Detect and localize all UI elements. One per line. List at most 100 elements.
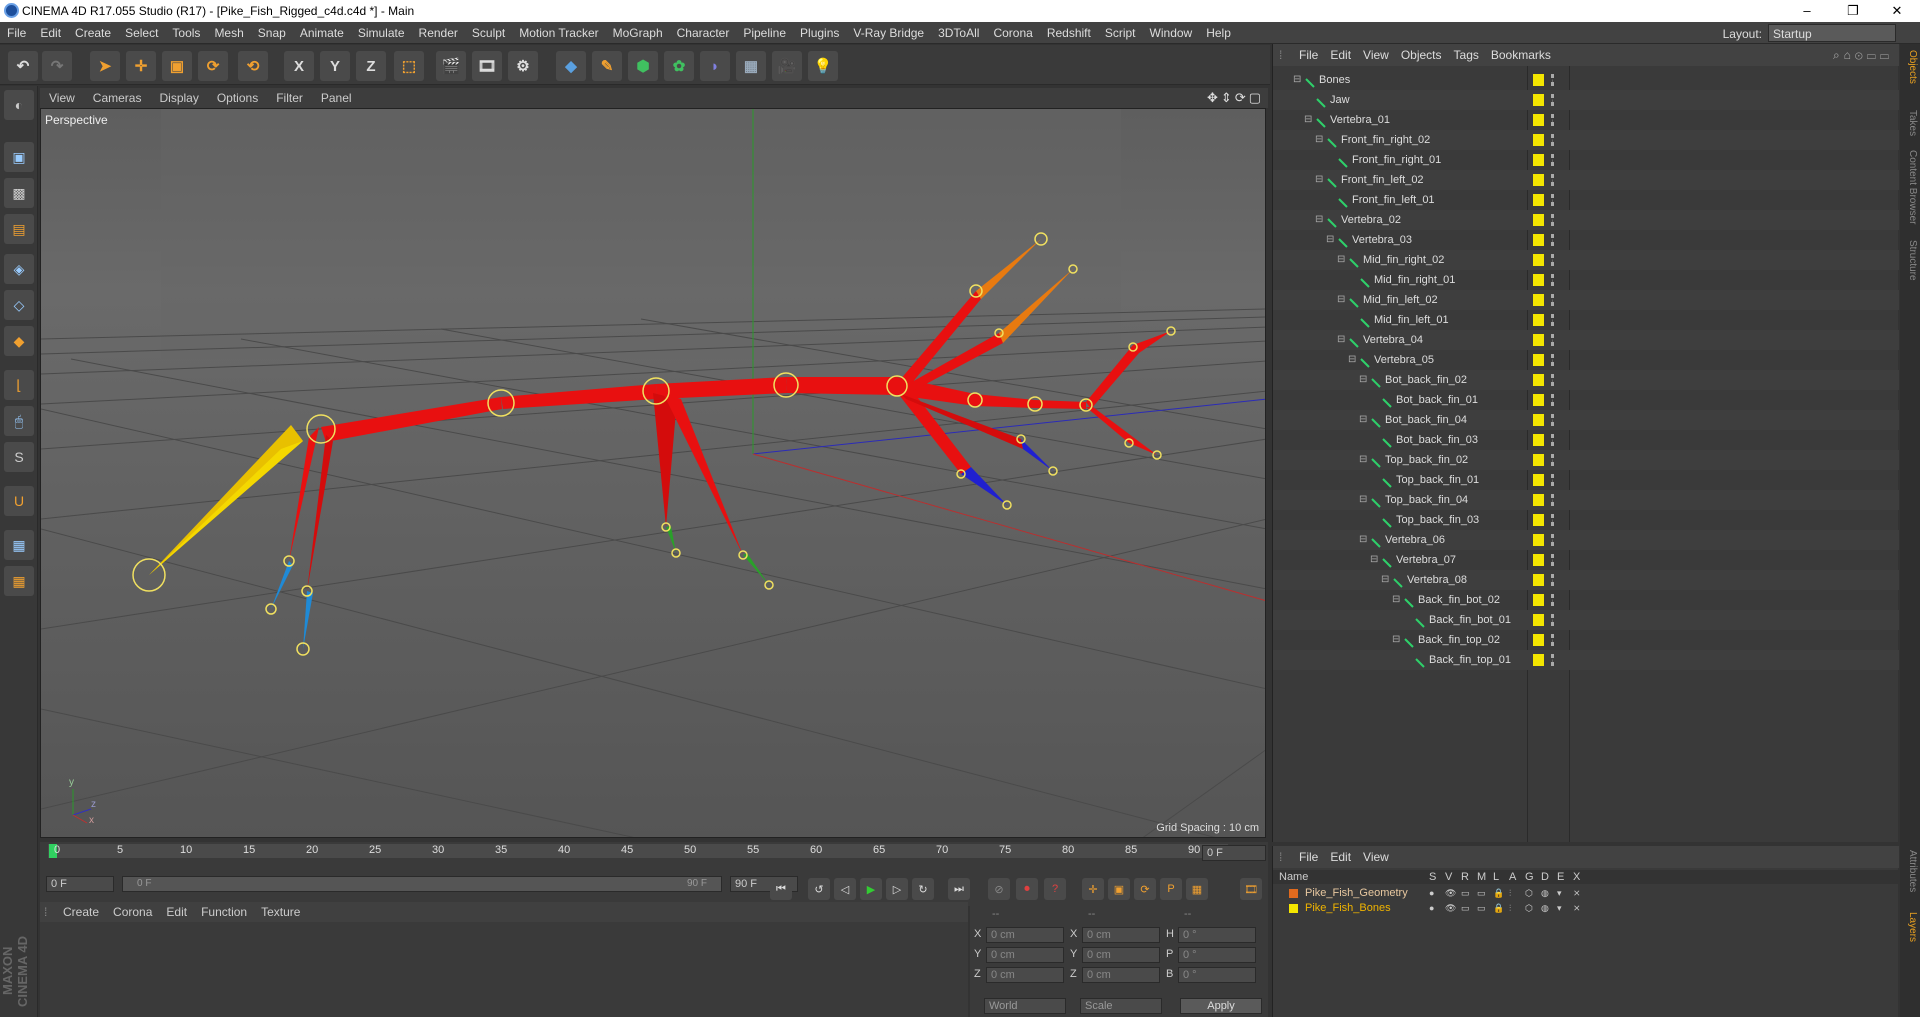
menu-redshift[interactable]: Redshift bbox=[1040, 22, 1098, 44]
expand-toggle-icon[interactable]: ⊟ bbox=[1359, 530, 1367, 550]
layer-color-swatch[interactable] bbox=[1533, 574, 1544, 586]
layer-color-swatch[interactable] bbox=[1533, 74, 1544, 86]
expand-toggle-icon[interactable]: ⊟ bbox=[1315, 170, 1323, 190]
layer-toggle-icon[interactable]: ⨯ bbox=[1573, 901, 1581, 916]
visibility-dots-icon[interactable] bbox=[1551, 194, 1554, 206]
object-row[interactable]: ⊟ Vertebra_07 bbox=[1273, 550, 1899, 570]
visibility-dots-icon[interactable] bbox=[1551, 214, 1554, 226]
layer-color-swatch[interactable] bbox=[1533, 474, 1544, 486]
visibility-dots-icon[interactable] bbox=[1551, 134, 1554, 146]
visibility-dots-icon[interactable] bbox=[1551, 574, 1554, 586]
cube-primitive-icon[interactable]: ◆ bbox=[556, 51, 586, 81]
expand-toggle-icon[interactable]: ⊟ bbox=[1315, 210, 1323, 230]
layer-color-swatch[interactable] bbox=[1289, 889, 1298, 898]
restore-button[interactable]: ❐ bbox=[1830, 0, 1876, 22]
expand-toggle-icon[interactable]: ⊟ bbox=[1370, 550, 1378, 570]
layer-toggle-icon[interactable]: ⬡ bbox=[1525, 886, 1533, 901]
layer-color-swatch[interactable] bbox=[1533, 274, 1544, 286]
viewport-menu-view[interactable]: View bbox=[40, 88, 84, 108]
object-row[interactable]: ⊟ Bot_back_fin_02 bbox=[1273, 370, 1899, 390]
layer-color-swatch[interactable] bbox=[1533, 614, 1544, 626]
tab-structure[interactable]: Structure bbox=[1902, 240, 1918, 281]
object-row[interactable]: ⊟ Mid_fin_left_02 bbox=[1273, 290, 1899, 310]
points-mode-icon[interactable]: ◈ bbox=[4, 254, 34, 284]
layer-toggle-icon[interactable]: ◍ bbox=[1541, 901, 1549, 916]
apply-button[interactable]: Apply bbox=[1180, 998, 1262, 1014]
close-button[interactable]: ✕ bbox=[1874, 0, 1920, 22]
menu-create[interactable]: Create bbox=[68, 22, 118, 44]
layer-toggle-icon[interactable]: ⬡ bbox=[1525, 901, 1533, 916]
layer-color-swatch[interactable] bbox=[1533, 434, 1544, 446]
next-key-icon[interactable]: ↻ bbox=[912, 878, 934, 900]
key-scale-icon[interactable]: ▣ bbox=[1108, 878, 1130, 900]
visibility-dots-icon[interactable] bbox=[1551, 434, 1554, 446]
rotate-tool-icon[interactable]: ⟳ bbox=[198, 51, 228, 81]
expand-toggle-icon[interactable]: ⊟ bbox=[1359, 370, 1367, 390]
layer-name[interactable]: Pike_Fish_Bones bbox=[1305, 901, 1391, 916]
layer-toggle-icon[interactable]: ● bbox=[1429, 901, 1434, 916]
expand-toggle-icon[interactable]: ⊟ bbox=[1326, 230, 1334, 250]
object-row[interactable]: ⊟ Back_fin_bot_02 bbox=[1273, 590, 1899, 610]
floor-icon[interactable]: ▦ bbox=[736, 51, 766, 81]
pen-spline-icon[interactable]: ✎ bbox=[592, 51, 622, 81]
layer-color-swatch[interactable] bbox=[1533, 594, 1544, 606]
menu-edit[interactable]: Edit bbox=[33, 22, 68, 44]
viewport-menu-panel[interactable]: Panel bbox=[312, 88, 361, 108]
material-menu-create[interactable]: Create bbox=[56, 902, 106, 922]
expand-toggle-icon[interactable]: ⊟ bbox=[1348, 350, 1356, 370]
expand-toggle-icon[interactable]: ⊟ bbox=[1359, 410, 1367, 430]
coord-value-field[interactable]: 0 ° bbox=[1178, 947, 1256, 963]
layer-color-swatch[interactable] bbox=[1533, 654, 1544, 666]
snap-icon[interactable]: S bbox=[4, 442, 34, 472]
layer-color-swatch[interactable] bbox=[1533, 214, 1544, 226]
light-icon[interactable]: 💡 bbox=[808, 51, 838, 81]
expand-toggle-icon[interactable]: ⊟ bbox=[1337, 330, 1345, 350]
layer-toggle-icon[interactable]: ◍ bbox=[1541, 886, 1549, 901]
visibility-dots-icon[interactable] bbox=[1551, 94, 1554, 106]
y-axis-lock-button[interactable]: Y bbox=[320, 51, 350, 81]
key-rotation-icon[interactable]: ⟳ bbox=[1134, 878, 1156, 900]
layer-color-swatch[interactable] bbox=[1533, 394, 1544, 406]
menu-corona[interactable]: Corona bbox=[986, 22, 1039, 44]
viewport-menu-display[interactable]: Display bbox=[150, 88, 207, 108]
visibility-dots-icon[interactable] bbox=[1551, 654, 1554, 666]
coord-value-field[interactable]: 0 cm bbox=[986, 967, 1064, 983]
polygons-mode-icon[interactable]: ◆ bbox=[4, 326, 34, 356]
planar-workplane-icon[interactable]: ▦ bbox=[4, 566, 34, 596]
next-frame-icon[interactable]: ▷ bbox=[886, 878, 908, 900]
menu-3dtoall[interactable]: 3DToAll bbox=[931, 22, 986, 44]
layer-color-swatch[interactable] bbox=[1533, 254, 1544, 266]
visibility-dots-icon[interactable] bbox=[1551, 234, 1554, 246]
object-menu-tags[interactable]: Tags bbox=[1448, 44, 1485, 66]
menu-window[interactable]: Window bbox=[1143, 22, 1200, 44]
visibility-dots-icon[interactable] bbox=[1551, 294, 1554, 306]
visibility-dots-icon[interactable] bbox=[1551, 414, 1554, 426]
menu-file[interactable]: File bbox=[0, 22, 33, 44]
layer-toggle-icon[interactable]: 🔒 bbox=[1493, 901, 1504, 916]
object-row[interactable]: ⊟ Mid_fin_right_02 bbox=[1273, 250, 1899, 270]
menu-animate[interactable]: Animate bbox=[293, 22, 351, 44]
previous-key-icon[interactable]: ↺ bbox=[808, 878, 830, 900]
go-to-start-icon[interactable]: ⏮ bbox=[770, 878, 792, 900]
object-row[interactable]: ⊟ Vertebra_03 bbox=[1273, 230, 1899, 250]
menu-script[interactable]: Script bbox=[1098, 22, 1143, 44]
expand-toggle-icon[interactable]: ⊟ bbox=[1304, 110, 1312, 130]
expand-toggle-icon[interactable]: ⊟ bbox=[1337, 250, 1345, 270]
object-row[interactable]: ⊟ Back_fin_top_02 bbox=[1273, 630, 1899, 650]
redo-icon[interactable]: ↷ bbox=[42, 51, 72, 81]
visibility-dots-icon[interactable] bbox=[1551, 154, 1554, 166]
menu-pipeline[interactable]: Pipeline bbox=[736, 22, 793, 44]
layer-toggle-icon[interactable]: ▭ bbox=[1477, 901, 1486, 916]
timeline-window-icon[interactable]: 🎞 bbox=[1240, 878, 1262, 900]
menu-help[interactable]: Help bbox=[1199, 22, 1238, 44]
object-menu-objects[interactable]: Objects bbox=[1395, 44, 1448, 66]
workplane-lock-icon[interactable]: ▦ bbox=[4, 530, 34, 560]
layer-toggle-icon[interactable]: ▭ bbox=[1461, 901, 1470, 916]
menu-tools[interactable]: Tools bbox=[165, 22, 207, 44]
object-row[interactable]: ⊟ Vertebra_05 bbox=[1273, 350, 1899, 370]
timeline-track[interactable] bbox=[48, 844, 1228, 858]
texture-mode-icon[interactable]: ▩ bbox=[4, 178, 34, 208]
layer-toggle-icon[interactable]: 👁 bbox=[1445, 886, 1456, 901]
object-menu-view[interactable]: View bbox=[1357, 44, 1395, 66]
object-row[interactable]: ⊟ Vertebra_01 bbox=[1273, 110, 1899, 130]
